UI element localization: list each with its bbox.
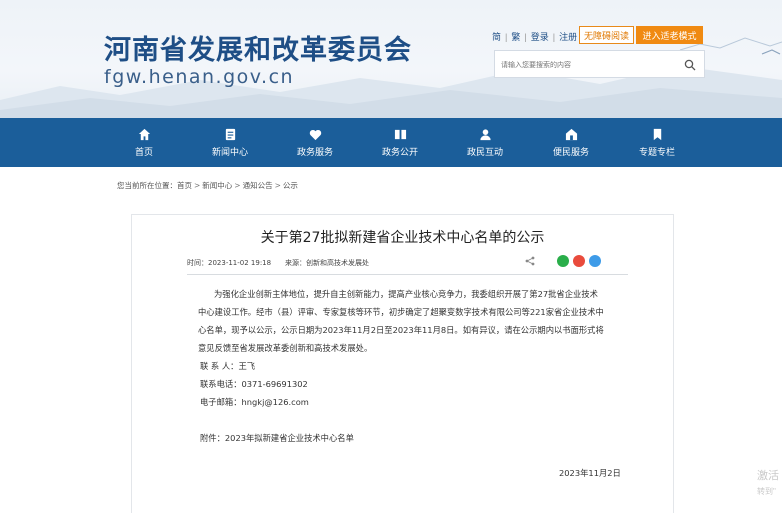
contact-email: 电子邮箱：hngkj@126.com xyxy=(200,397,309,407)
nav-label: 政民互动 xyxy=(466,146,503,157)
nav-item-interaction[interactable]: 政民互动 xyxy=(460,118,510,167)
site-title[interactable]: 河南省发展和改革委员会 xyxy=(104,28,412,67)
search-input[interactable] xyxy=(501,57,671,73)
breadcrumb-separator: > xyxy=(234,181,241,190)
breadcrumb-publicity[interactable]: 公示 xyxy=(283,181,298,190)
nav-label: 新闻中心 xyxy=(211,146,248,157)
barrier-free-button[interactable]: 无障碍阅读 xyxy=(579,26,634,44)
register-link[interactable]: 注册 xyxy=(559,30,577,43)
breadcrumb-home[interactable]: 首页 xyxy=(177,181,192,190)
breadcrumb-notices[interactable]: 通知公告 xyxy=(243,181,273,190)
sign-date: 2023年11月2日 xyxy=(559,468,621,478)
wechat-icon[interactable] xyxy=(557,255,569,267)
separator: | xyxy=(524,31,527,42)
body-line: 意见反馈至省发展改革委创新和高技术发展处。 xyxy=(198,343,373,353)
decorative-bird-icon xyxy=(761,49,781,55)
search-box xyxy=(494,50,705,78)
service-icon xyxy=(309,129,321,140)
home-icon xyxy=(138,128,150,140)
user-icon xyxy=(479,128,491,140)
login-link[interactable]: 登录 xyxy=(531,30,549,43)
site-header: 河南省发展和改革委员会 fgw.henan.gov.cn 简 | 繁 | 登录 … xyxy=(0,0,782,118)
nav-label: 专题专栏 xyxy=(638,146,675,157)
traditional-chinese-link[interactable]: 繁 xyxy=(511,30,520,43)
weibo-icon[interactable] xyxy=(573,255,585,267)
publish-time: 时间：2023-11-02 19:18 xyxy=(187,259,272,267)
nav-item-gov-open[interactable]: 政务公开 xyxy=(375,118,425,167)
nav-label: 首页 xyxy=(134,146,153,157)
nav-item-gov-service[interactable]: 政务服务 xyxy=(290,118,340,167)
site-url[interactable]: fgw.henan.gov.cn xyxy=(104,66,294,88)
nav-item-special[interactable]: 专题专栏 xyxy=(632,118,682,167)
main-nav: 首页 新闻中心 政务服务 政务公开 政民互动 便民服务 专题专栏 xyxy=(0,118,782,167)
search-icon[interactable] xyxy=(684,59,696,71)
contact-phone: 联系电话：0371-69691302 xyxy=(200,379,308,389)
nav-label: 政务公开 xyxy=(381,146,418,157)
nav-label: 便民服务 xyxy=(552,146,589,157)
attachment-link[interactable]: 附件：2023年拟新建省企业技术中心名单 xyxy=(200,432,354,444)
body-line: 心名单，现予以公示，公示日期为2023年11月2日至2023年11月8日。如有异… xyxy=(198,325,604,335)
article-card: 关于第27批拟新建省企业技术中心名单的公示 时间：2023-11-02 19:1… xyxy=(131,214,674,513)
body-line: 中心建设工作。经市（县）评审、专家复核等环节，初步确定了超聚变数字技术有限公司等… xyxy=(198,307,604,317)
breadcrumb-separator: > xyxy=(194,181,201,190)
body-line: 为强化企业创新主体地位，提升自主创新能力，提高产业核心竞争力，我委组织开展了第2… xyxy=(214,289,598,299)
separator: | xyxy=(505,31,508,42)
contact-person: 联 系 人：王飞 xyxy=(200,361,256,371)
breadcrumb-separator: > xyxy=(274,181,281,190)
article-title: 关于第27批拟新建省企业技术中心名单的公示 xyxy=(260,230,545,246)
top-links: 简 | 繁 | 登录 | 注册 xyxy=(492,30,577,43)
nav-item-convenience[interactable]: 便民服务 xyxy=(546,118,596,167)
book-icon xyxy=(394,129,406,139)
share-icon[interactable] xyxy=(525,256,535,266)
separator: | xyxy=(552,31,556,42)
meta-divider xyxy=(187,274,628,275)
breadcrumb-prefix: 您当前所在位置： xyxy=(117,181,177,190)
elder-mode-button[interactable]: 进入适老模式 xyxy=(636,26,703,44)
bookmark-icon xyxy=(653,128,661,140)
simplified-chinese-link[interactable]: 简 xyxy=(492,30,501,43)
article-meta: 时间：2023-11-02 19:18 来源：创新和高技术发展处 xyxy=(187,255,628,272)
nav-label: 政务服务 xyxy=(296,146,333,157)
qq-icon[interactable] xyxy=(589,255,601,267)
article-body: 为强化企业创新主体地位，提升自主创新能力，提高产业核心竞争力，我委组织开展了第2… xyxy=(198,285,636,357)
news-icon xyxy=(225,128,235,140)
house-icon xyxy=(565,128,577,140)
breadcrumb-news[interactable]: 新闻中心 xyxy=(202,181,232,190)
nav-item-news[interactable]: 新闻中心 xyxy=(205,118,255,167)
breadcrumb: 您当前所在位置：首页 > 新闻中心 > 通知公告 > 公示 xyxy=(117,180,298,191)
article-source: 来源：创新和高技术发展处 xyxy=(285,259,369,267)
nav-item-home[interactable]: 首页 xyxy=(124,118,164,167)
os-activation-watermark: 激活 转到" xyxy=(757,470,779,496)
